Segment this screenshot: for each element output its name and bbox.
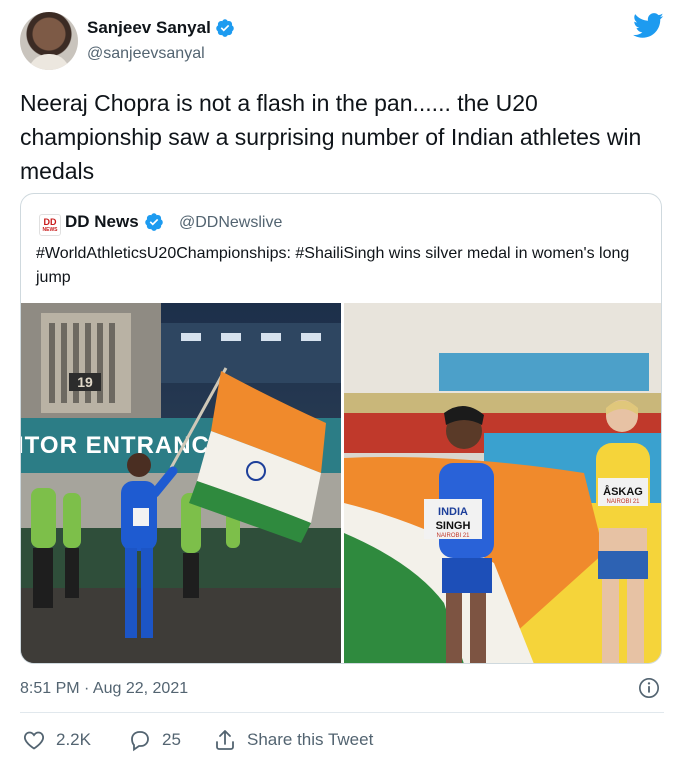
author-handle[interactable]: @sanjeevsanyal — [87, 45, 205, 63]
info-icon[interactable] — [638, 677, 660, 699]
quoted-tweet-card[interactable]: DD NEWS DD News @DDNewslive #WorldAthlet… — [20, 193, 662, 664]
quoted-author-name[interactable]: DD News — [65, 212, 139, 232]
author-name-row[interactable]: Sanjeev Sanyal — [87, 18, 235, 38]
dd-news-logo: DD NEWS — [39, 214, 61, 236]
like-action[interactable]: 2.2K — [22, 728, 91, 752]
bib2-event: NAIROBI 21 — [606, 499, 640, 505]
dd-logo-subtext: NEWS — [42, 226, 58, 233]
tweet-text: Neeraj Chopra is not a flash in the pan.… — [20, 90, 642, 184]
quoted-tweet-text: #WorldAthleticsU20Championships: #Shaili… — [36, 245, 630, 286]
heart-icon — [24, 731, 44, 750]
photo-left-graphic: 19 ITOR ENTRANC — [21, 303, 341, 663]
author-avatar[interactable] — [20, 12, 78, 70]
tweet-timestamp[interactable]: 8:51 PM · Aug 22, 2021 — [20, 680, 188, 698]
bib2-name: ÅSKAG — [603, 485, 643, 498]
reply-action[interactable]: 25 — [128, 728, 181, 752]
dd-logo-text: DD — [43, 216, 57, 227]
entrance-banner-text: ITOR ENTRANC — [21, 432, 210, 459]
author-name[interactable]: Sanjeev Sanyal — [87, 18, 211, 38]
action-divider — [20, 712, 664, 713]
photo-athletes-podium[interactable]: INDIA SINGH NAIROBI 21 ÅSKAG NAIROBI 21 — [344, 303, 661, 663]
photo-right-graphic: INDIA SINGH NAIROBI 21 ÅSKAG NAIROBI 21 — [344, 303, 661, 663]
bib-name: SINGH — [436, 520, 471, 532]
like-count: 2.2K — [56, 730, 91, 749]
stadium-number: 19 — [77, 374, 93, 390]
twitter-bird-icon[interactable] — [633, 12, 664, 40]
verified-badge-icon — [216, 19, 234, 37]
bib-country: INDIA — [438, 506, 468, 518]
bib-event: NAIROBI 21 — [436, 533, 470, 539]
quoted-author-handle[interactable]: @DDNewslive — [179, 214, 282, 232]
reply-icon — [131, 731, 149, 752]
share-action[interactable]: Share this Tweet — [213, 728, 373, 752]
avatar-shirt — [28, 54, 70, 70]
photo-athlete-with-flag[interactable]: 19 ITOR ENTRANC — [21, 303, 341, 663]
verified-badge-icon — [144, 213, 163, 231]
quoted-author-row[interactable]: DD News — [65, 212, 164, 232]
share-label: Share this Tweet — [247, 730, 374, 749]
reply-count: 25 — [162, 730, 181, 749]
share-icon — [216, 730, 234, 750]
